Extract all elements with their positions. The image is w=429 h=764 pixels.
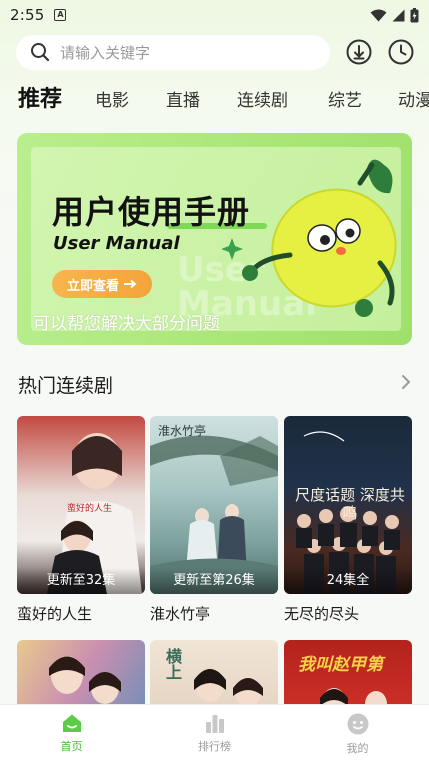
banner-caption: 可以帮您解决大部分问题 (33, 314, 220, 334)
banner-subtitle: User Manual (53, 233, 180, 254)
status-icons (370, 7, 419, 23)
download-button[interactable] (346, 39, 372, 65)
poster-text: 淮水竹亭 (158, 424, 207, 438)
chevron-right-icon (402, 375, 410, 389)
category-tabs: 推荐 电影 直播 连续剧 综艺 动漫 (0, 86, 429, 118)
signal-icon (392, 9, 405, 21)
tab-recommend[interactable]: 推荐 (18, 86, 62, 115)
episode-badge: 更新至32集 (17, 568, 145, 594)
tab-variety[interactable]: 综艺 (328, 86, 362, 116)
show-card[interactable]: 尺度话题 深度共鸣 24集全 无尽的尽头 (284, 416, 412, 624)
view-now-button[interactable]: 立即查看 (52, 270, 152, 298)
poster-text: 横上 (163, 648, 182, 680)
show-poster: 尺度话题 深度共鸣 24集全 (284, 416, 412, 594)
section-more-button[interactable] (401, 374, 411, 394)
history-button[interactable] (388, 39, 414, 65)
poster-text: 我叫赵甲第 (298, 655, 383, 675)
notification-icon: A (54, 9, 67, 21)
banner-title: 用户使用手册 (52, 193, 251, 231)
episode-badge: 更新至第26集 (150, 568, 278, 594)
status-time: 2:55 (10, 6, 45, 24)
nav-ranking[interactable]: 排行榜 (143, 705, 286, 764)
home-icon (62, 714, 81, 732)
poster-text: 尺度话题 深度共鸣 (295, 486, 405, 522)
episode-badge: 24集全 (284, 568, 412, 594)
lemon-mascot-icon (222, 159, 397, 317)
show-card[interactable]: 蛮好的人生 更新至32集 蛮好的人生 (17, 416, 145, 624)
nav-home-label: 首页 (60, 740, 83, 753)
tab-anime[interactable]: 动漫 (398, 86, 429, 116)
show-title: 淮水竹亭 (150, 605, 211, 623)
nav-ranking-label: 排行榜 (198, 740, 231, 753)
view-now-label: 立即查看 (66, 278, 119, 294)
battery-icon (410, 7, 419, 22)
user-manual-banner[interactable]: 用户使用手册 User Manual User Manual 立即查看 可以帮您… (17, 133, 412, 345)
wifi-icon (370, 9, 387, 21)
poster-text: 蛮好的人生 (67, 504, 113, 514)
search-placeholder: 请输入关键字 (60, 43, 151, 62)
show-poster: 蛮好的人生 更新至32集 (17, 416, 145, 594)
show-poster: 淮水竹亭 更新至第26集 (150, 416, 278, 594)
search-icon (31, 43, 50, 62)
section-title: 热门连续剧 (18, 374, 114, 397)
clock-icon (388, 39, 414, 65)
bottom-nav: 首页 排行榜 我的 (0, 704, 429, 764)
tab-live[interactable]: 直播 (166, 86, 200, 116)
tab-movies[interactable]: 电影 (95, 86, 129, 116)
nav-profile-label: 我的 (346, 742, 369, 755)
show-card[interactable]: 淮水竹亭 更新至第26集 淮水竹亭 (150, 416, 278, 624)
section-header: 热门连续剧 (18, 370, 411, 398)
nav-profile[interactable]: 我的 (286, 705, 429, 764)
chart-icon (205, 715, 224, 733)
nav-home[interactable]: 首页 (0, 705, 143, 764)
tab-series[interactable]: 连续剧 (237, 86, 288, 116)
profile-icon (347, 713, 368, 735)
show-title: 蛮好的人生 (17, 605, 93, 623)
status-bar: 2:55 A (0, 0, 429, 30)
show-title: 无尽的尽头 (284, 605, 360, 623)
search-row: 请输入关键字 (16, 34, 416, 70)
arrow-right-icon (124, 279, 137, 289)
download-icon (346, 39, 372, 65)
search-input[interactable]: 请输入关键字 (16, 34, 330, 70)
